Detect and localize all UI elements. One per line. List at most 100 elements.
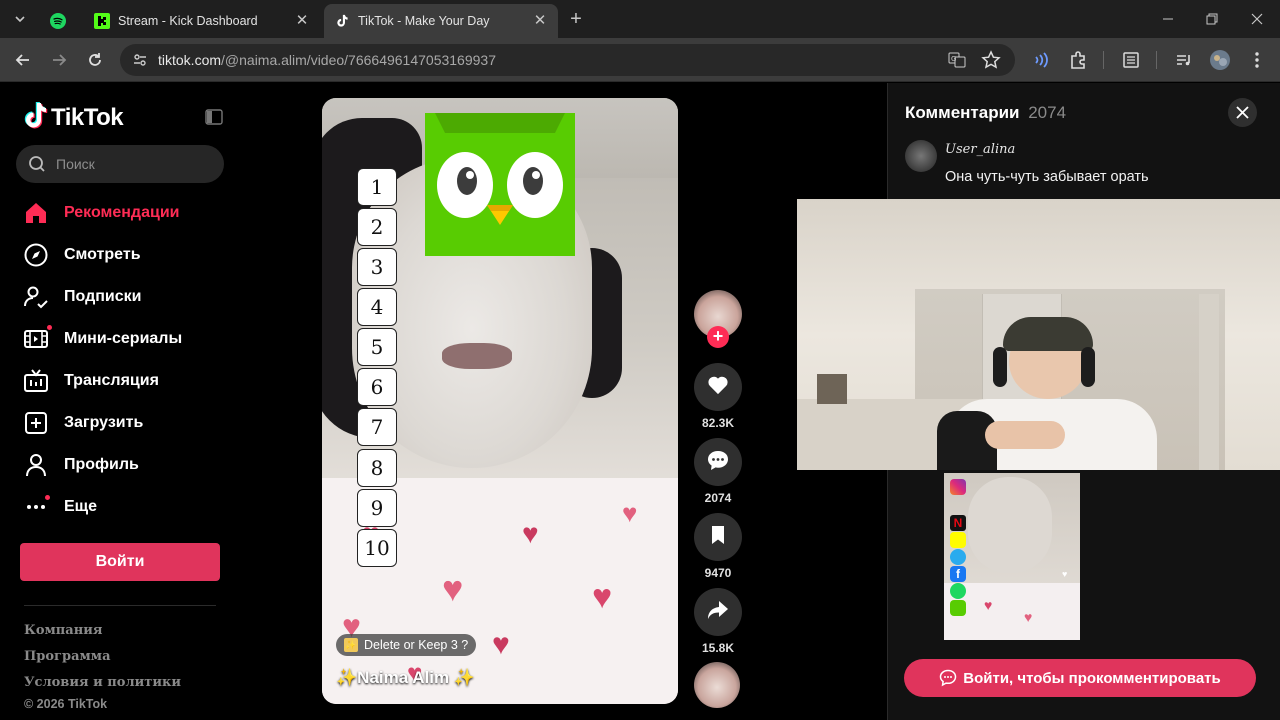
headphone-right [1081,347,1095,387]
nav-explore[interactable]: Смотреть [22,240,141,270]
share-arrow-icon [707,600,729,625]
comment-avatar[interactable] [905,140,937,172]
media-controls-icon[interactable] [1172,48,1196,72]
browser-menu-icon[interactable] [1245,48,1269,72]
nav-live[interactable]: Трансляция [22,366,159,396]
tab-tiktok[interactable]: TikTok - Make Your Day ✕ [324,4,558,38]
comments-count: 2074 [1028,103,1067,122]
tiktok-logo-text: TikTok [51,104,124,131]
back-arrow-icon[interactable] [11,48,35,72]
toolbar-divider [1103,51,1104,69]
search-box[interactable]: Поиск [16,145,224,183]
heart-pattern: ♥ [522,518,539,549]
duolingo-app-icon [950,600,966,616]
restore-window-icon[interactable] [1202,9,1222,29]
search-input[interactable]: Поиск [56,156,95,172]
nav-mini-series[interactable]: Мини-сериалы [22,324,182,354]
spotify-app-icon [950,583,966,599]
login-button[interactable]: Войти [20,543,220,581]
video-author-name[interactable]: ✨Naima Alim ✨ [336,668,475,688]
nav-recommended[interactable]: Рекомендации [22,198,180,228]
bookmark-icon [710,525,726,550]
nav-label: Рекомендации [64,204,180,221]
close-comments-button[interactable] [1228,98,1257,127]
url-host: tiktok.com [158,52,222,68]
comment-count: 2074 [704,491,732,505]
tab-search-chevron-icon[interactable] [12,11,28,27]
extension-waves-icon[interactable] [1029,48,1053,72]
close-tab-icon[interactable]: ✕ [294,13,310,29]
comment-bubble-icon [939,669,957,687]
following-user-icon [22,283,50,311]
mouth [442,343,512,369]
telegram-icon [950,549,966,565]
ranking-box: 8 [357,449,397,487]
address-bar[interactable]: tiktok.com/@naima.alim/video/76664961470… [120,44,1015,76]
search-icon [28,155,46,178]
music-disc-avatar[interactable] [694,662,740,708]
nav-more[interactable]: Еще [22,492,97,522]
sidebar-divider [24,605,216,606]
film-icon [22,325,52,353]
new-tab-plus-icon[interactable]: + [566,9,586,29]
home-icon [22,199,50,227]
compass-icon [22,241,50,269]
tiktok-sidebar: TikTok Поиск Рекомендации Смотреть Подпи… [0,83,240,720]
url-text: tiktok.com/@naima.alim/video/76664961470… [158,52,496,68]
browser-tab-strip: Stream - Kick Dashboard ✕ TikTok - Make … [0,0,1280,38]
profile-avatar-icon[interactable] [1208,48,1232,72]
close-window-icon[interactable] [1247,9,1267,29]
nav-profile[interactable]: Профиль [22,450,139,480]
heart-pattern: ♥ [1024,609,1033,625]
footer-program-link[interactable]: Программа [24,649,111,664]
webcam-overlay [797,199,1280,470]
nav-label: Трансляция [64,372,159,389]
close-tab-icon[interactable]: ✕ [532,13,548,29]
collapse-sidebar-icon[interactable] [205,109,223,125]
nav-label: Еще [64,498,98,515]
share-button[interactable] [694,588,742,636]
like-button[interactable] [694,363,742,411]
ranking-box: 1 [357,168,397,206]
tiktok-logo[interactable]: TikTok [24,101,124,135]
bookmark-star-icon[interactable] [981,50,1001,70]
translate-icon[interactable]: G [948,51,966,69]
notification-dot [45,495,50,500]
comment-username[interactable]: User_alina [945,142,1015,157]
video-tag-pill[interactable]: ✨ Delete or Keep 3 ? [336,634,477,656]
sparkle-icon: ✨ [344,638,358,652]
preview-face [968,477,1052,573]
ranking-box: 3 [357,248,397,286]
browser-toolbar: tiktok.com/@naima.alim/video/76664961470… [0,38,1280,82]
spotify-icon [50,13,66,29]
tab-spotify[interactable] [40,4,80,38]
live-tv-icon [22,367,50,395]
window-blind [1199,294,1219,470]
nav-label: Профиль [64,456,139,473]
reading-list-icon[interactable] [1119,48,1143,72]
forward-arrow-icon[interactable] [47,48,71,72]
tab-kick-dashboard[interactable]: Stream - Kick Dashboard ✕ [84,4,320,38]
footer-terms-link[interactable]: Условия и политики [24,675,181,690]
copyright-text: © 2026 TikTok [24,697,108,711]
nav-label: Смотреть [64,246,141,263]
comment-button[interactable] [694,438,742,486]
nav-upload[interactable]: Загрузить [22,408,143,438]
nav-label: Мини-сериалы [64,330,183,347]
save-button[interactable] [694,513,742,561]
nav-following[interactable]: Подписки [22,282,141,312]
ranking-box: 4 [357,288,397,326]
footer-company-link[interactable]: Компания [24,623,103,638]
login-to-comment-button[interactable]: Войти, чтобы прокомментировать [904,659,1256,697]
preview-heart-icon: ♥ [1062,569,1068,579]
site-settings-icon[interactable] [132,52,148,68]
heart-pattern: ♥ [984,597,993,613]
reload-icon[interactable] [83,48,107,72]
minimize-window-icon[interactable] [1158,9,1178,29]
tiktok-logo-icon [24,101,48,135]
more-dots-icon [22,493,50,521]
extensions-puzzle-icon[interactable] [1066,48,1090,72]
follow-plus-icon[interactable]: + [707,326,729,348]
save-count: 9470 [704,566,732,580]
tab-label: Stream - Kick Dashboard [118,14,258,28]
